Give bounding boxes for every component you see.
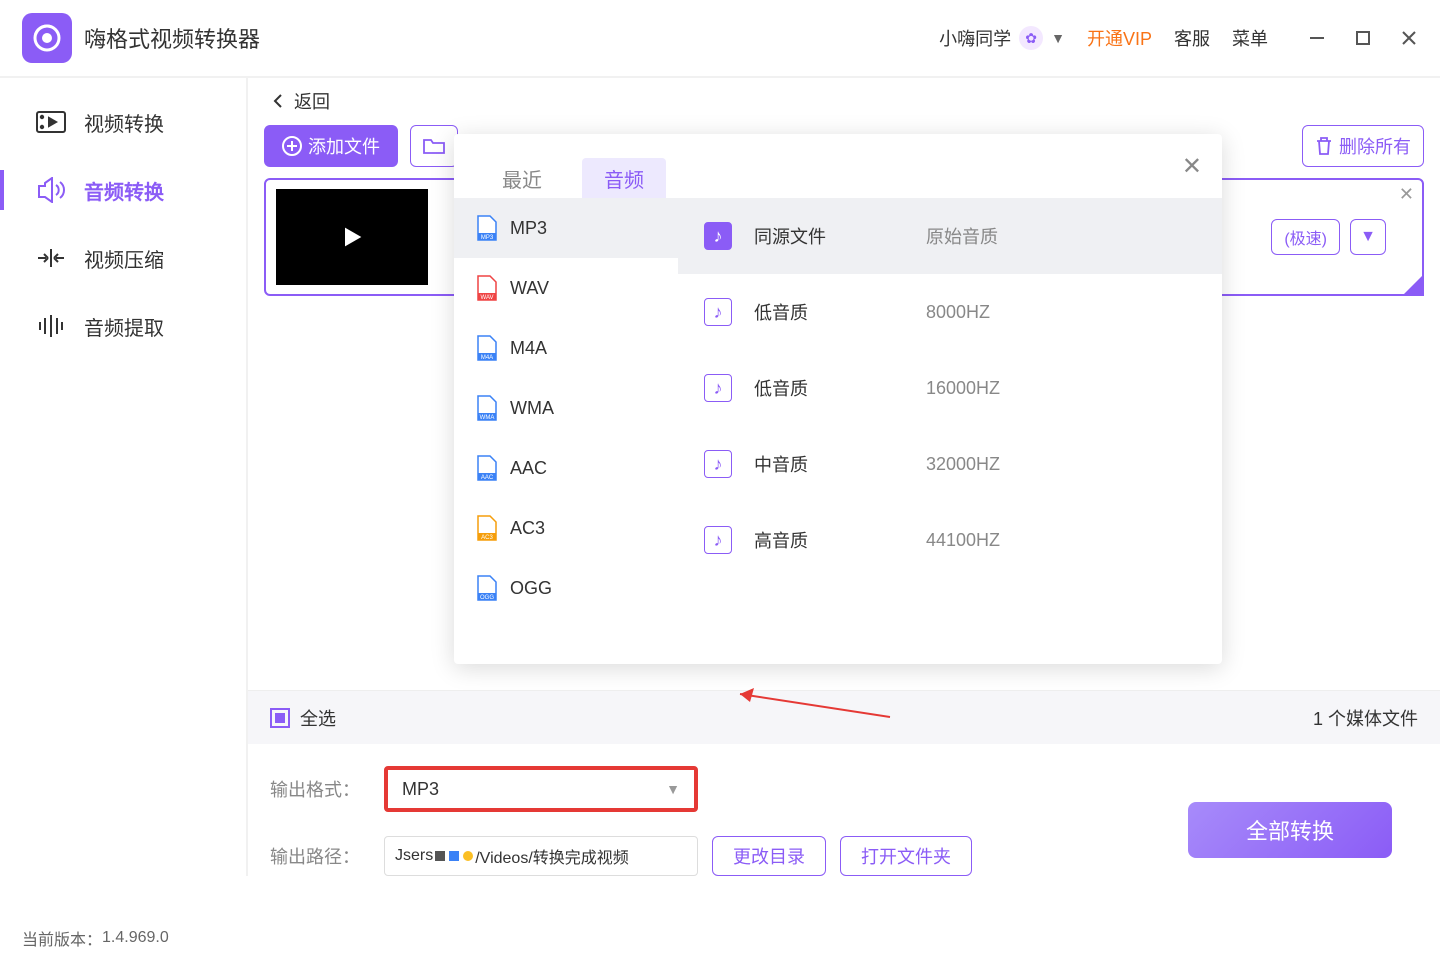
svg-text:AAC: AAC xyxy=(481,475,494,481)
app-logo xyxy=(22,13,72,63)
quality-item[interactable]: ♪低音质8000HZ xyxy=(678,274,1222,350)
music-note-icon: ♪ xyxy=(704,222,732,250)
audio-extract-icon xyxy=(36,313,66,339)
format-item-ac3[interactable]: AC3AC3 xyxy=(454,498,678,558)
quality-item[interactable]: ♪同源文件原始音质 xyxy=(678,198,1222,274)
user-avatar-icon: ✿ xyxy=(1019,26,1043,50)
file-icon: WAV xyxy=(476,275,498,301)
trash-icon xyxy=(1315,136,1333,156)
sidebar-item-audio-extract[interactable]: 音频提取 xyxy=(0,292,246,360)
svg-text:AC3: AC3 xyxy=(481,535,493,541)
format-item-wma[interactable]: WMAWMA xyxy=(454,378,678,438)
back-button[interactable]: 返回 xyxy=(248,78,1440,124)
select-all-label: 全选 xyxy=(300,705,336,731)
quality-item[interactable]: ♪高音质44100HZ xyxy=(678,502,1222,578)
app-title: 嗨格式视频转换器 xyxy=(84,22,260,54)
format-item-wav[interactable]: WAVWAV xyxy=(454,258,678,318)
file-thumbnail xyxy=(276,189,428,285)
version-label: 当前版本： xyxy=(22,926,102,950)
file-icon: M4A xyxy=(476,335,498,361)
back-label: 返回 xyxy=(294,88,330,114)
svg-text:MP3: MP3 xyxy=(481,235,494,241)
output-path-label: 输出路径： xyxy=(270,843,370,869)
output-format-select[interactable]: MP3 ▼ xyxy=(384,766,698,812)
quality-item[interactable]: ♪中音质32000HZ xyxy=(678,426,1222,502)
svg-text:OGG: OGG xyxy=(480,595,494,601)
svg-text:WAV: WAV xyxy=(481,295,494,301)
minimize-button[interactable] xyxy=(1308,29,1326,47)
sidebar-item-label: 视频压缩 xyxy=(84,244,164,273)
popup-tab-recent[interactable]: 最近 xyxy=(480,158,564,198)
format-item-aac[interactable]: AACAAC xyxy=(454,438,678,498)
user-menu[interactable]: 小嗨同学 ✿ ▼ xyxy=(939,25,1065,51)
audio-convert-icon xyxy=(36,177,66,203)
file-icon: MP3 xyxy=(476,215,498,241)
convert-all-button[interactable]: 全部转换 xyxy=(1188,802,1392,858)
quality-item[interactable]: ♪低音质16000HZ xyxy=(678,350,1222,426)
popup-close-icon[interactable]: ✕ xyxy=(1182,152,1202,181)
delete-all-button[interactable]: 删除所有 xyxy=(1302,125,1424,167)
open-folder-button[interactable]: 打开文件夹 xyxy=(840,836,972,876)
user-name: 小嗨同学 xyxy=(939,25,1011,51)
format-item-mp3[interactable]: MP3MP3 xyxy=(454,198,678,258)
folder-icon xyxy=(423,137,445,155)
format-item-ogg[interactable]: OGGOGG xyxy=(454,558,678,618)
format-item-m4a[interactable]: M4AM4A xyxy=(454,318,678,378)
change-dir-button[interactable]: 更改目录 xyxy=(712,836,826,876)
music-note-icon: ♪ xyxy=(704,526,732,554)
format-popup: 最近 音频 ✕ MP3MP3WAVWAVM4AM4AWMAWMAAACAACAC… xyxy=(454,134,1222,664)
version-value: 1.4.969.0 xyxy=(102,929,169,947)
output-format-label: 输出格式： xyxy=(270,776,370,802)
menu-link[interactable]: 菜单 xyxy=(1232,25,1268,51)
sidebar-item-video-convert[interactable]: 视频转换 xyxy=(0,88,246,156)
vip-link[interactable]: 开通VIP xyxy=(1087,25,1152,51)
file-icon: AC3 xyxy=(476,515,498,541)
output-path-value: Jsers /Videos/转换完成视频 xyxy=(384,836,698,876)
sidebar-item-audio-convert[interactable]: 音频转换 xyxy=(0,156,246,224)
maximize-button[interactable] xyxy=(1354,29,1372,47)
close-button[interactable] xyxy=(1400,29,1418,47)
video-convert-icon xyxy=(36,109,66,135)
remove-file-icon[interactable]: ✕ xyxy=(1399,184,1414,205)
svg-text:WMA: WMA xyxy=(480,415,495,421)
support-link[interactable]: 客服 xyxy=(1174,25,1210,51)
music-note-icon: ♪ xyxy=(704,298,732,326)
media-count: 1 个媒体文件 xyxy=(1313,705,1418,731)
music-note-icon: ♪ xyxy=(704,450,732,478)
video-compress-icon xyxy=(36,245,66,271)
sidebar-item-label: 视频转换 xyxy=(84,108,164,137)
file-icon: WMA xyxy=(476,395,498,421)
add-file-button[interactable]: 添加文件 xyxy=(264,125,398,167)
sidebar-item-video-compress[interactable]: 视频压缩 xyxy=(0,224,246,292)
speed-chip[interactable]: (极速) xyxy=(1271,219,1340,255)
popup-tab-audio[interactable]: 音频 xyxy=(582,158,666,198)
svg-text:M4A: M4A xyxy=(481,355,493,361)
dropdown-icon: ▼ xyxy=(666,781,680,797)
add-folder-button[interactable] xyxy=(410,125,458,167)
select-all-checkbox[interactable] xyxy=(270,708,290,728)
caret-down-icon: ▼ xyxy=(1051,30,1065,46)
music-note-icon: ♪ xyxy=(704,374,732,402)
output-format-value: MP3 xyxy=(402,779,439,800)
file-icon: AAC xyxy=(476,455,498,481)
speed-dropdown[interactable]: ▼ xyxy=(1350,219,1386,255)
sidebar-item-label: 音频转换 xyxy=(84,176,164,205)
sidebar-item-label: 音频提取 xyxy=(84,312,164,341)
file-icon: OGG xyxy=(476,575,498,601)
